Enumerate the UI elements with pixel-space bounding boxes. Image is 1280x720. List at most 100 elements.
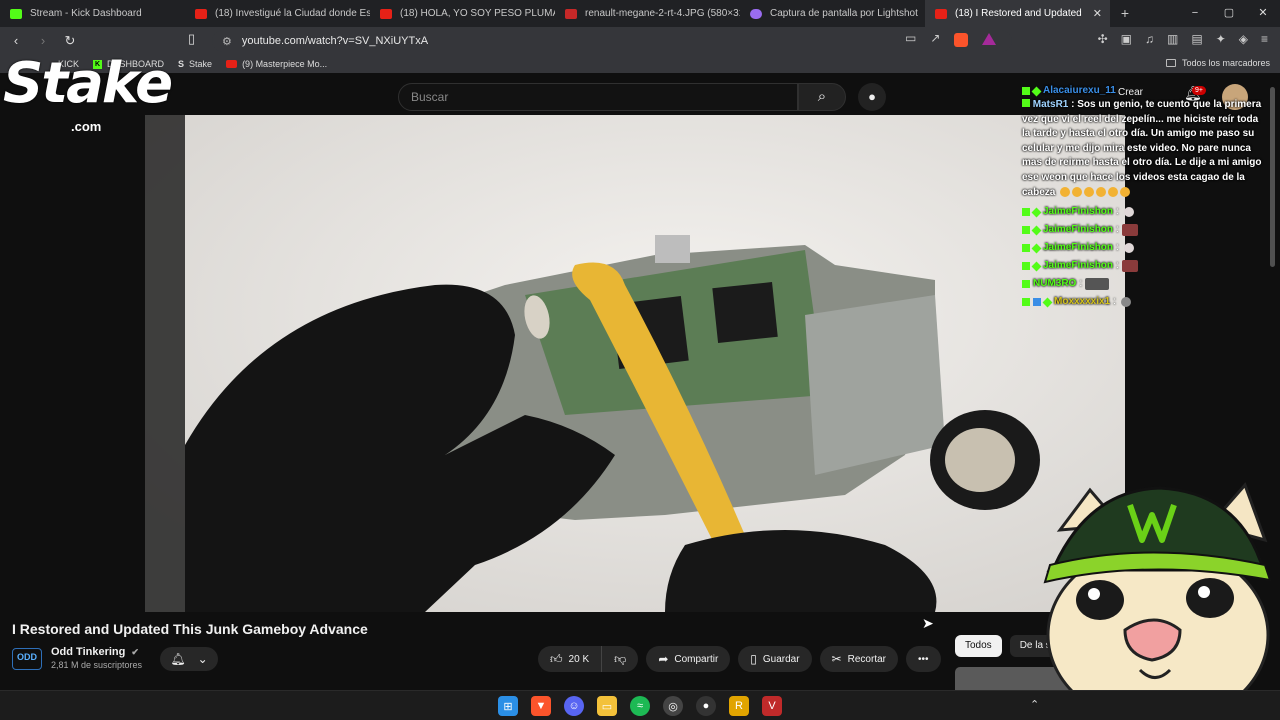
screenshot-icon[interactable]: ▣ [1121, 32, 1132, 46]
tab-active-youtube[interactable]: (18) I Restored and Updated ✕ [925, 0, 1110, 27]
tab-image[interactable]: renault-megane-2-rt-4.JPG (580×31... [555, 0, 740, 27]
chat-message: NUM3RO : [1022, 275, 1262, 293]
tab-youtube-1[interactable]: (18) Investigué la Ciudad donde Esca [185, 0, 370, 27]
wallet-icon[interactable]: ▤ [1191, 32, 1202, 46]
valorant-icon[interactable]: V [762, 696, 782, 716]
kick-badge-icon [1022, 298, 1030, 307]
site-settings-icon[interactable]: ⚙ [222, 35, 232, 48]
search-input[interactable]: Buscar [398, 83, 798, 111]
chat-message: JaimeFinishon : [1022, 257, 1262, 275]
tab-youtube-2[interactable]: (18) HOLA, YO SOY PESO PLUMA // | [370, 0, 555, 27]
mouse-cursor-icon: ➤ [922, 615, 934, 631]
chrome-icon[interactable]: ◎ [663, 696, 683, 716]
windows-start-icon[interactable]: ⊞ [498, 696, 518, 716]
kick-badge-icon [1022, 262, 1030, 271]
page-scrollbar[interactable] [1270, 87, 1275, 267]
clip-button[interactable]: ✂ Recortar [819, 646, 898, 672]
bookmark-youtube[interactable]: (9) Masterpiece Mo... [226, 59, 327, 69]
kick-badge-icon [1022, 87, 1030, 95]
chat-username: JaimeFinishon [1043, 259, 1114, 271]
obs-icon[interactable]: ● [696, 696, 716, 716]
video-actions: 👍︎ 20 K 👎︎ ➦ Compartir ▯ Guardar ✂ Recor… [538, 646, 941, 672]
youtube-icon [195, 8, 207, 19]
bookmark-page-icon[interactable]: ▯ [188, 31, 195, 47]
chat-text: : [1116, 223, 1119, 235]
streamer-cat-avatar [1043, 482, 1272, 720]
stake-logo-domain: .com [71, 119, 102, 134]
dislike-button[interactable]: 👎︎ [602, 646, 639, 672]
minimize-button[interactable]: − [1178, 0, 1212, 27]
laughing-emoji-icon [1072, 186, 1083, 197]
laughing-emoji-icon [1096, 186, 1107, 197]
extensions-icon[interactable]: ✣ [1098, 32, 1108, 46]
channel-name: Odd Tinkering [51, 646, 126, 658]
search-button[interactable]: ⌕ [798, 83, 846, 111]
subscriber-badge-icon [1031, 261, 1042, 272]
discord-icon[interactable]: ☺ [564, 696, 584, 716]
leo-icon[interactable]: ✦ [1216, 32, 1226, 46]
url-text: youtube.com/watch?v=SV_NXiUYTxA [241, 35, 429, 47]
tab-label: Captura de pantalla por Lightshot [770, 8, 918, 19]
maximize-button[interactable]: ▢ [1212, 0, 1246, 27]
menu-icon[interactable]: ≡ [1261, 32, 1268, 46]
video-player[interactable] [145, 115, 1125, 612]
share-button[interactable]: ➦ Compartir [646, 646, 731, 672]
tab-label: (18) HOLA, YO SOY PESO PLUMA // | [400, 8, 555, 19]
chat-username: MatsR1 [1032, 99, 1069, 110]
reload-button[interactable]: ↻ [59, 30, 81, 52]
media-icon[interactable]: ♫ [1145, 32, 1154, 46]
vpn-icon[interactable]: ◈ [1239, 32, 1248, 46]
tab-label: (18) I Restored and Updated [955, 8, 1082, 19]
file-explorer-icon[interactable]: ▭ [597, 696, 617, 716]
brave-browser-icon[interactable]: ▼ [531, 696, 551, 716]
more-actions-button[interactable]: ••• [906, 646, 941, 672]
taskbar-apps: ⊞ ▼ ☺ ▭ ≈ ◎ ● R V [498, 696, 782, 716]
close-window-button[interactable]: ✕ [1246, 0, 1280, 27]
channel-name-link[interactable]: Odd Tinkering ✔ [51, 646, 139, 658]
bookmark-label: Stake [189, 59, 213, 69]
search-placeholder: Buscar [411, 90, 449, 104]
more-icon: ••• [918, 653, 929, 665]
tab-lightshot[interactable]: Captura de pantalla por Lightshot [740, 0, 925, 27]
spotify-icon[interactable]: ≈ [630, 696, 650, 716]
bookmarks-bar: KICK K DASHBOARD S Stake (9) Masterpiece… [0, 55, 1280, 73]
microphone-icon: ● [868, 89, 876, 104]
rockstar-launcher-icon[interactable]: R [729, 696, 749, 716]
like-button[interactable]: 👍︎ 20 K [538, 646, 603, 672]
chip-all[interactable]: Todos [955, 635, 1002, 657]
chat-text: : [1116, 205, 1119, 217]
chat-username: Moxxxxxix1 [1054, 295, 1111, 307]
channel-logo-text: ODD [17, 652, 37, 662]
back-button[interactable]: ‹ [5, 30, 27, 52]
sidebar-icon[interactable]: ▥ [1167, 32, 1178, 46]
brave-shields-icon[interactable] [954, 33, 969, 47]
browser-tab-strip: Stream - Kick Dashboard (18) Investigué … [0, 0, 1280, 27]
forward-button[interactable]: › [32, 30, 54, 52]
share-label: Compartir [674, 653, 719, 665]
chat-username: JaimeFinishon [1043, 205, 1114, 217]
address-bar-actions: ▭ ↗ [905, 31, 997, 47]
channel-avatar[interactable]: ODD [12, 648, 42, 670]
save-button[interactable]: ▯ Guardar [738, 646, 812, 672]
tab-label: renault-megane-2-rt-4.JPG (580×31... [585, 8, 740, 19]
cast-icon[interactable]: ▭ [905, 31, 916, 47]
subscription-notifications-button[interactable]: 🔔︎ ⌄ [160, 647, 218, 671]
stake-icon: S [178, 59, 185, 69]
bookmark-stake[interactable]: S Stake [178, 59, 212, 69]
emote-icon [1123, 243, 1134, 254]
thumbs-up-icon: 👍︎ [550, 651, 563, 666]
new-tab-button[interactable]: + [1110, 0, 1140, 27]
chat-message: JaimeFinishon : [1022, 221, 1262, 239]
lightshot-icon [750, 8, 762, 19]
system-tray-chevron-icon[interactable]: ⌃ [1030, 698, 1039, 711]
close-tab-icon[interactable]: ✕ [1093, 7, 1102, 20]
chat-text: : [1113, 295, 1116, 307]
tab-kick-dashboard[interactable]: Stream - Kick Dashboard [0, 0, 185, 27]
chat-username: NUM3RO [1033, 277, 1077, 289]
share-icon[interactable]: ↗ [930, 31, 940, 47]
brave-rewards-icon[interactable] [982, 33, 997, 45]
all-bookmarks-button[interactable]: Todos los marcadores [1165, 58, 1270, 68]
verified-icon: ✔ [131, 647, 139, 657]
voice-search-button[interactable]: ● [858, 83, 886, 111]
address-bar[interactable]: ⚙ youtube.com/watch?v=SV_NXiUYTxA [212, 30, 1012, 52]
